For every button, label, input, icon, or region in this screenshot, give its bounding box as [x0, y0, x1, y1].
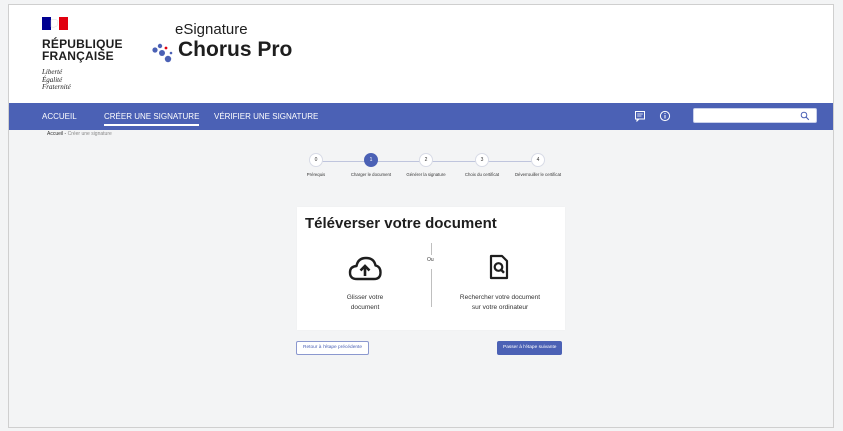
brand-title: Chorus Pro — [178, 38, 293, 61]
file-search-icon[interactable] — [489, 254, 509, 280]
rf-name-line2: FRANÇAISE — [42, 49, 114, 63]
browse-label-line1: Rechercher votre document — [459, 294, 541, 301]
drag-drop-zone[interactable]: Glisser votre document — [315, 293, 415, 313]
search-field[interactable] — [693, 108, 817, 127]
step-circle-0: 0 — [309, 153, 323, 167]
upload-label-line1: Glisser votre — [346, 294, 384, 301]
divider-bottom — [431, 269, 432, 307]
marianne-flag-icon — [42, 17, 68, 30]
cloud-upload-icon[interactable] — [348, 255, 382, 283]
step-label-0: Prérequis — [306, 172, 326, 177]
search-input[interactable] — [698, 112, 802, 127]
step-circle-1: 1 — [364, 153, 378, 167]
main-nav: ACCUEIL CRÉER UNE SIGNATURE VÉRIFIER UNE… — [9, 103, 833, 130]
upload-card: Téléverser votre document Ou Glisser vot… — [297, 207, 565, 330]
step-label-1: Charger le document — [350, 172, 392, 177]
breadcrumb-current: Créer une signature — [67, 131, 112, 137]
republique-francaise-text: RÉPUBLIQUE FRANÇAISE — [42, 38, 123, 62]
site-header: RÉPUBLIQUE FRANÇAISE Liberté Égalité Fra… — [9, 5, 833, 103]
step-circle-4: 4 — [531, 153, 545, 167]
browse-files-zone[interactable]: Rechercher votre document sur votre ordi… — [445, 293, 555, 313]
next-step-button[interactable]: Passer à l'étape suivante — [497, 341, 563, 355]
step-circle-3: 3 — [475, 153, 489, 167]
step-circle-2: 2 — [419, 153, 433, 167]
devise-fraternite: Fraternité — [42, 83, 71, 91]
card-title: Téléverser votre document — [305, 215, 497, 232]
nav-item-verifier-signature[interactable]: VÉRIFIER UNE SIGNATURE — [214, 103, 318, 130]
breadcrumb: Accueil - Créer une signature — [47, 131, 112, 137]
brand-subtitle: eSignature — [175, 21, 248, 38]
step-label-4: Déverrouiller le certificat — [514, 172, 562, 177]
search-icon[interactable] — [800, 111, 810, 121]
upload-label-line2: document — [350, 304, 380, 311]
nav-item-accueil[interactable]: ACCUEIL — [42, 103, 77, 130]
chorus-pro-logo-icon — [152, 43, 173, 63]
step-label-3: Choix du certificat — [464, 172, 500, 177]
breadcrumb-home[interactable]: Accueil — [47, 131, 63, 137]
previous-step-button[interactable]: Retour à l'étape précédente — [296, 341, 370, 355]
step-label-2: Générer la signature — [406, 172, 446, 177]
nav-item-creer-signature[interactable]: CRÉER UNE SIGNATURE — [104, 103, 200, 130]
devise: Liberté Égalité Fraternité — [42, 68, 71, 92]
info-icon[interactable] — [659, 110, 671, 122]
browse-label-line2: sur votre ordinateur — [471, 304, 529, 311]
message-icon[interactable] — [634, 110, 646, 122]
or-label: Ou — [427, 257, 434, 263]
divider-top — [431, 243, 432, 255]
app-window: RÉPUBLIQUE FRANÇAISE Liberté Égalité Fra… — [8, 4, 834, 428]
